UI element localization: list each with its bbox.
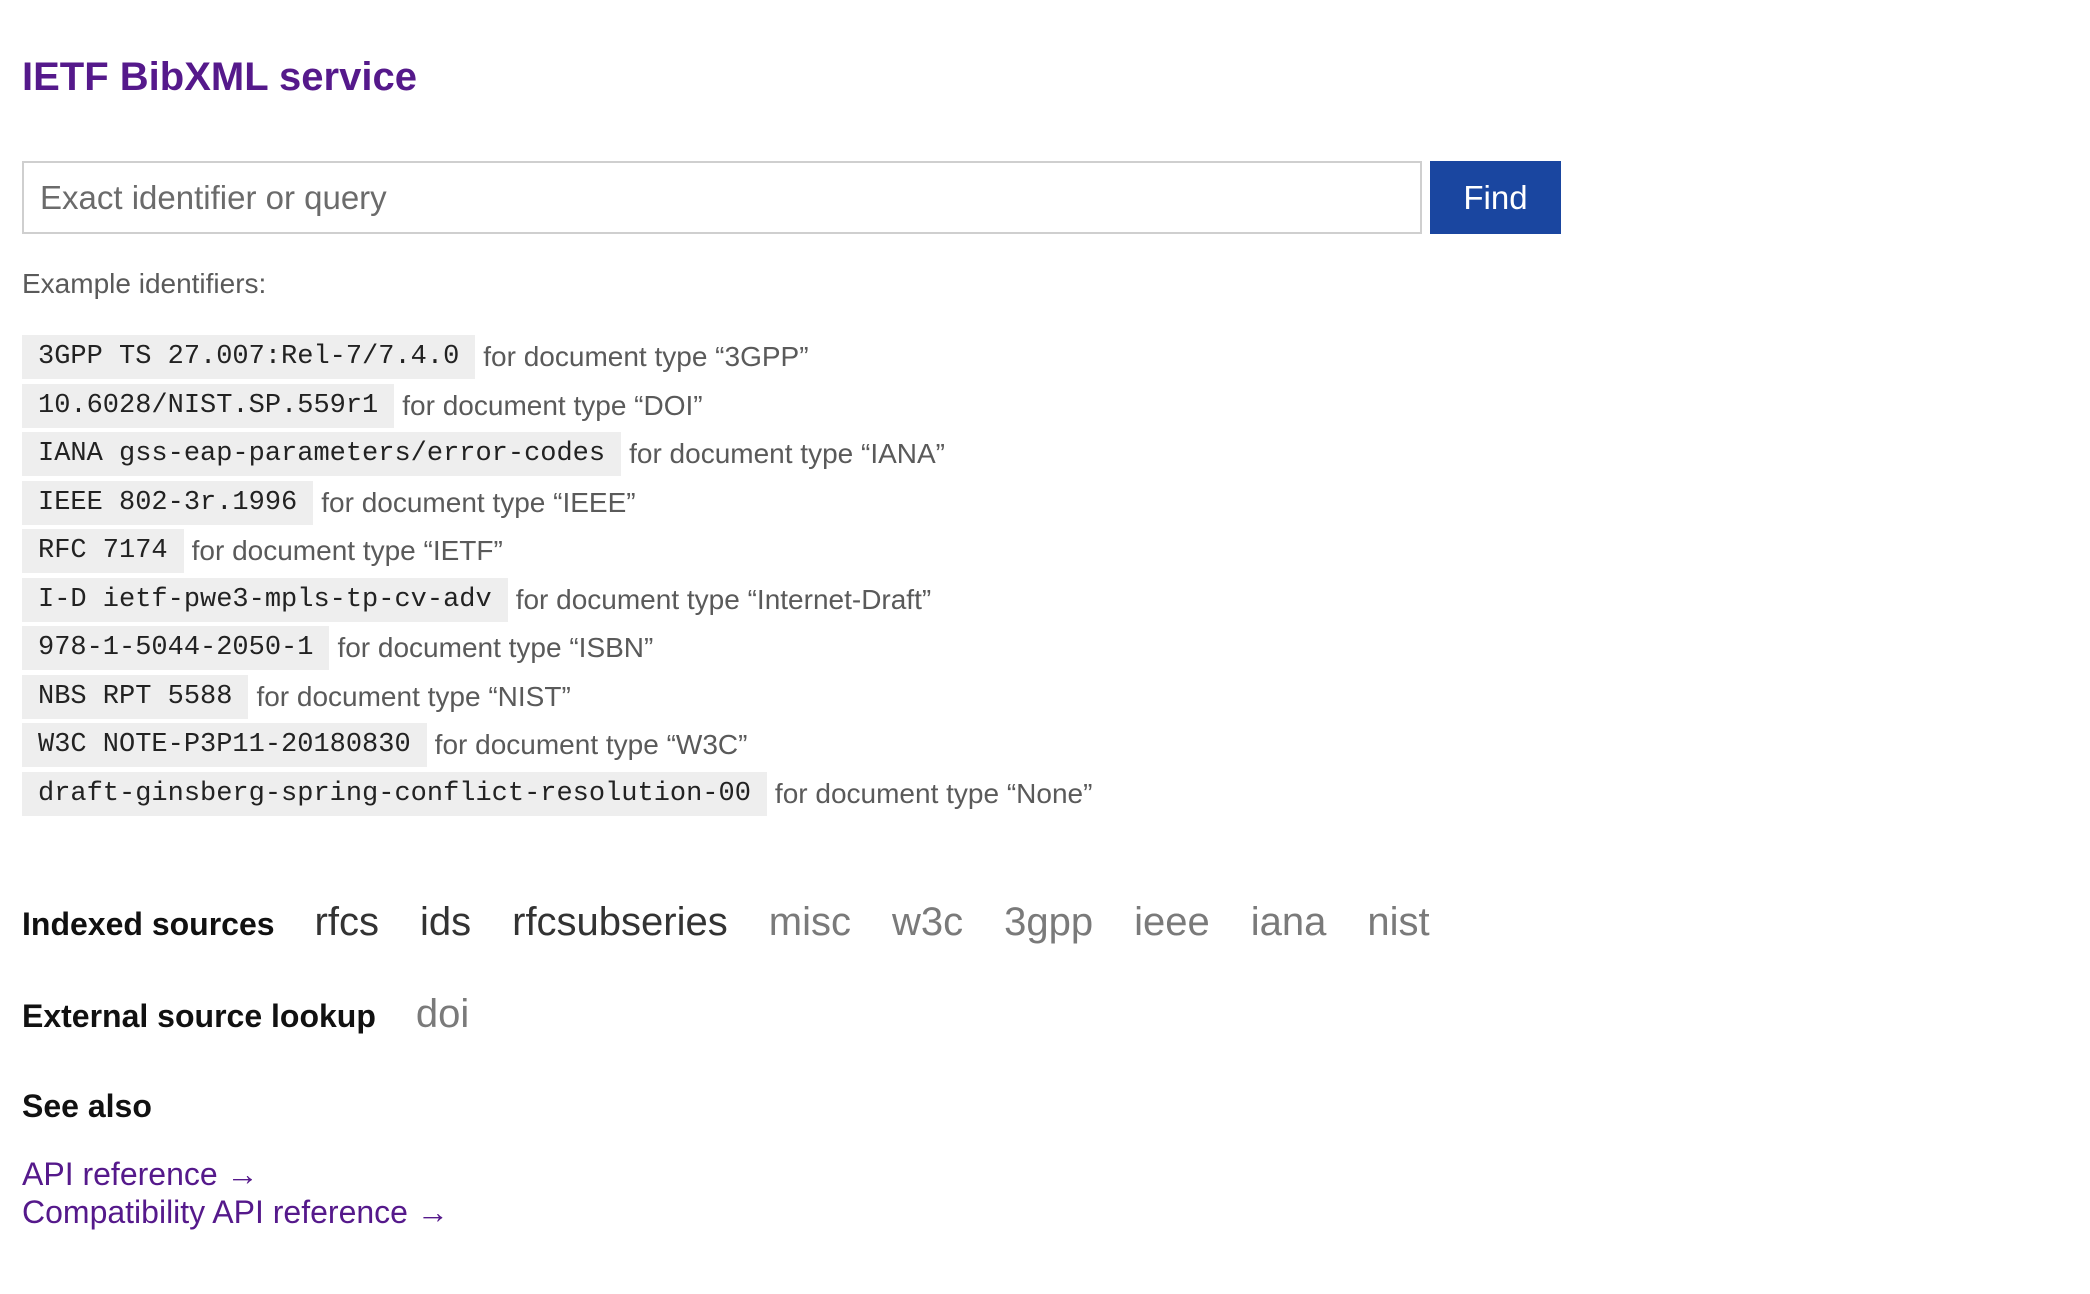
example-item: NBS RPT 5588 for document type “NIST” xyxy=(22,674,1092,719)
source-link-misc[interactable]: misc xyxy=(769,900,851,945)
example-item: 3GPP TS 27.007:Rel-7/7.4.0 for document … xyxy=(22,335,1092,379)
find-button[interactable]: Find xyxy=(1430,161,1561,234)
example-description: for document type “W3C” xyxy=(434,729,748,760)
source-link-rfcsubseries[interactable]: rfcsubseries xyxy=(512,900,728,945)
example-description: for document type “Internet-Draft” xyxy=(515,583,932,615)
example-item: draft-ginsberg-spring-conflict-resolutio… xyxy=(22,771,1093,816)
external-sources-heading: External source lookup xyxy=(22,998,376,1034)
example-item: I-D ietf-pwe3-mpls-tp-cv-adv for documen… xyxy=(22,577,1092,622)
external-sources: External source lookup doi xyxy=(22,992,510,1037)
source-link-iana[interactable]: iana xyxy=(1251,900,1327,945)
example-identifier-link[interactable]: 978-1-5044-2050-1 xyxy=(22,626,330,670)
example-identifier-link[interactable]: RFC 7174 xyxy=(22,529,184,573)
source-link-ids[interactable]: ids xyxy=(420,900,471,945)
example-item: IEEE 802-3r.1996 for document type “IEEE… xyxy=(22,480,1092,525)
example-description: for document type “IETF” xyxy=(191,535,503,566)
example-description: for document type “IEEE” xyxy=(321,486,636,518)
example-description: for document type “NIST” xyxy=(256,680,571,712)
example-identifier-link[interactable]: 3GPP TS 27.007:Rel-7/7.4.0 xyxy=(22,335,476,379)
source-link-ieee[interactable]: ieee xyxy=(1134,900,1210,945)
example-description: for document type “3GPP” xyxy=(483,341,809,372)
example-item: IANA gss-eap-parameters/error-codes for … xyxy=(22,432,1092,476)
examples-label: Example identifiers: xyxy=(22,268,267,299)
source-link-doi[interactable]: doi xyxy=(416,992,469,1037)
example-identifier-link[interactable]: draft-ginsberg-spring-conflict-resolutio… xyxy=(22,771,767,816)
example-description: for document type “ISBN” xyxy=(337,632,654,663)
example-description: for document type “IANA” xyxy=(629,438,945,469)
source-link-nist[interactable]: nist xyxy=(1367,900,1429,945)
indexed-sources-heading: Indexed sources xyxy=(22,906,275,942)
source-link-3gpp[interactable]: 3gpp xyxy=(1004,900,1093,945)
compat-api-reference-link[interactable]: Compatibility API reference → xyxy=(22,1193,449,1231)
example-description: for document type “DOI” xyxy=(402,389,703,421)
example-item: RFC 7174 for document type “IETF” xyxy=(22,529,1092,573)
example-identifier-link[interactable]: IANA gss-eap-parameters/error-codes xyxy=(22,432,622,476)
example-identifier-link[interactable]: W3C NOTE-P3P11-20180830 xyxy=(22,723,427,767)
example-identifier-link[interactable]: I-D ietf-pwe3-mpls-tp-cv-adv xyxy=(22,577,508,622)
examples-list: 3GPP TS 27.007:Rel-7/7.4.0 for document … xyxy=(22,335,1092,820)
source-link-rfcs[interactable]: rfcs xyxy=(315,900,379,945)
example-item: 10.6028/NIST.SP.559r1 for document type … xyxy=(22,383,1092,428)
see-also-heading: See also xyxy=(22,1088,152,1124)
example-description: for document type “None” xyxy=(774,777,1093,809)
example-identifier-link[interactable]: IEEE 802-3r.1996 xyxy=(22,480,314,525)
example-item: 978-1-5044-2050-1 for document type “ISB… xyxy=(22,626,1092,670)
example-identifier-link[interactable]: 10.6028/NIST.SP.559r1 xyxy=(22,383,395,428)
source-link-w3c[interactable]: w3c xyxy=(892,900,963,945)
see-also-links: API reference → Compatibility API refere… xyxy=(22,1155,449,1231)
search-input[interactable] xyxy=(22,161,1422,234)
site-title[interactable]: IETF BibXML service xyxy=(22,55,417,100)
example-identifier-link[interactable]: NBS RPT 5588 xyxy=(22,674,249,719)
search-form: Find xyxy=(22,161,1561,234)
indexed-sources: Indexed sources rfcs ids rfcsubseries mi… xyxy=(22,900,1471,945)
example-item: W3C NOTE-P3P11-20180830 for document typ… xyxy=(22,723,1092,767)
api-reference-link[interactable]: API reference → xyxy=(22,1155,449,1193)
